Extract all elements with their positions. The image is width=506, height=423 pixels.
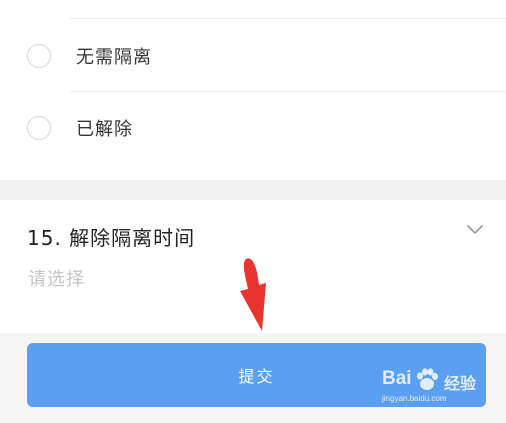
watermark-text-left: Bai bbox=[382, 368, 412, 389]
select-placeholder[interactable]: 请选择 bbox=[28, 265, 85, 291]
divider bbox=[70, 18, 506, 19]
radio-button[interactable] bbox=[27, 116, 51, 140]
form-screen: 无需隔离 已解除 15. 解除隔离时间 请选择 提交 Bai 经验 jingya… bbox=[0, 0, 506, 423]
question-title: 15. 解除隔离时间 bbox=[27, 226, 196, 250]
radio-button[interactable] bbox=[27, 44, 51, 68]
chevron-down-icon[interactable] bbox=[466, 220, 484, 238]
radio-option-label: 已解除 bbox=[76, 119, 133, 140]
radio-option-group: 无需隔离 已解除 bbox=[0, 0, 506, 180]
paw-icon bbox=[417, 368, 438, 390]
radio-option-released[interactable]: 已解除 bbox=[0, 100, 506, 156]
baidu-jingyan-watermark: Bai 经验 jingyan.baidu.com bbox=[368, 356, 498, 408]
watermark-text-right: 经验 bbox=[444, 376, 477, 393]
section-separator bbox=[0, 180, 506, 200]
divider bbox=[70, 91, 506, 92]
watermark-subtext: jingyan.baidu.com bbox=[382, 394, 447, 403]
red-arrow-annotation bbox=[240, 258, 266, 331]
radio-option-no-isolation[interactable]: 无需隔离 bbox=[0, 28, 506, 84]
radio-option-label: 无需隔离 bbox=[76, 47, 152, 68]
